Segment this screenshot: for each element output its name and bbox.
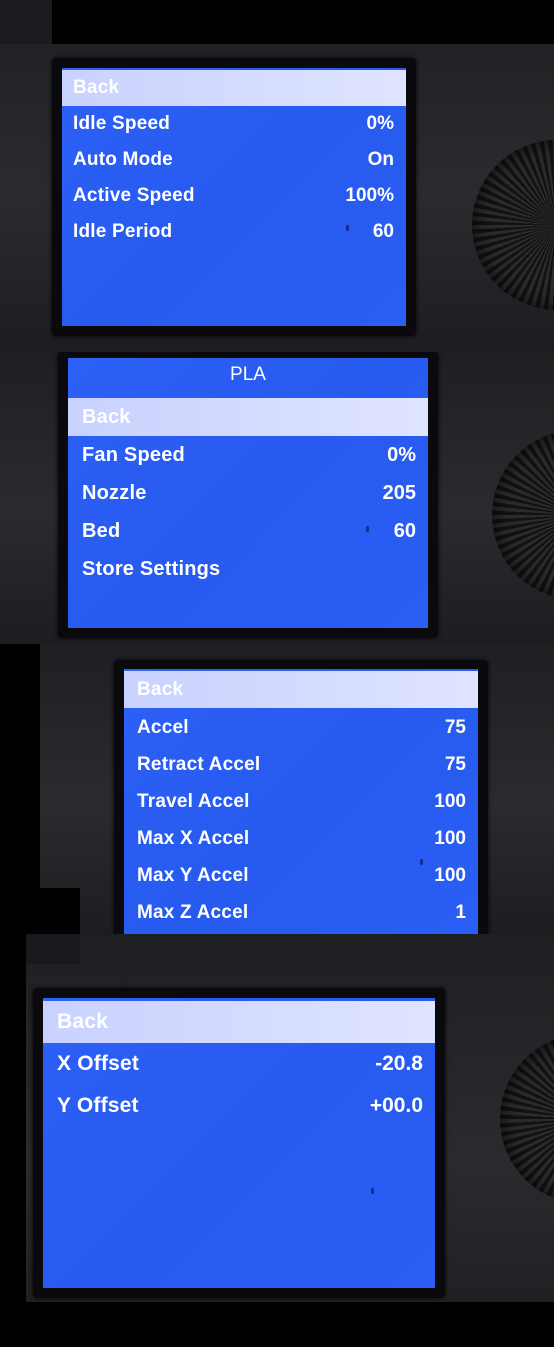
menu-item-value: 0% [387, 443, 416, 466]
panel-edge [0, 0, 52, 44]
menu-item-back[interactable]: Back [62, 70, 406, 106]
menu-item-label: X Offset [57, 1052, 140, 1075]
menu-item-label: Max Z Accel [137, 901, 249, 923]
menu-item-back[interactable]: Back [68, 398, 428, 436]
menu-item-label: Bed [82, 519, 121, 542]
rotary-knob[interactable] [492, 430, 554, 600]
menu-item-value: 100 [434, 827, 466, 849]
menu-item-store-settings[interactable]: Store Settings [68, 550, 428, 588]
photo-panel-1: Back Idle Speed 0% Auto Mode On Active S… [0, 0, 554, 352]
menu-item-value: On [367, 149, 394, 170]
menu-item-idle-speed[interactable]: Idle Speed 0% [62, 106, 406, 142]
menu-item-value: +00.0 [369, 1094, 423, 1117]
screen-speck [371, 1188, 374, 1194]
panel-gap [52, 0, 554, 44]
menu-item-fan-speed[interactable]: Fan Speed 0% [68, 436, 428, 474]
menu-item-max-z-accel[interactable]: Max Z Accel 1 [124, 894, 478, 931]
menu-item-max-x-accel[interactable]: Max X Accel 100 [124, 820, 478, 857]
lcd-screen-offsets: Back X Offset -20.8 Y Offset +00.0 [43, 998, 435, 1288]
menu-item-bed[interactable]: Bed 60 [68, 512, 428, 550]
menu-item-label: Back [73, 77, 120, 98]
menu-item-label: Fan Speed [82, 443, 185, 466]
panel-gap [0, 934, 26, 1347]
lcd-screen-pla: PLA Back Fan Speed 0% Nozzle 205 Bed 60 … [68, 358, 428, 628]
screen-speck [346, 225, 349, 231]
panel-gap [0, 888, 80, 934]
menu-item-label: Idle Speed [73, 113, 171, 134]
menu-item-accel[interactable]: Accel 75 [124, 709, 478, 746]
menu-item-label: Store Settings [82, 557, 221, 580]
menu-item-active-speed[interactable]: Active Speed 100% [62, 178, 406, 214]
menu-item-label: Retract Accel [137, 753, 261, 775]
screen-speck [420, 859, 423, 865]
screen-speck [366, 526, 369, 532]
menu-item-label: Back [82, 405, 131, 428]
menu-item-label: Auto Mode [73, 149, 173, 170]
menu-item-label: Max Y Accel [137, 864, 249, 886]
rotary-knob[interactable] [472, 140, 554, 310]
menu-item-label: Idle Period [73, 221, 173, 242]
menu-item-travel-accel[interactable]: Travel Accel 100 [124, 783, 478, 820]
menu-item-value: 1 [455, 901, 466, 923]
lcd-screen-accel: Back Accel 75 Retract Accel 75 Travel Ac… [124, 669, 478, 934]
lcd-screen-fan: Back Idle Speed 0% Auto Mode On Active S… [62, 68, 406, 326]
menu-item-value: 100 [434, 790, 466, 812]
menu-item-value: 60 [372, 221, 394, 242]
menu-item-auto-mode[interactable]: Auto Mode On [62, 142, 406, 178]
menu-item-value: -20.8 [375, 1052, 423, 1075]
menu-item-label: Travel Accel [137, 790, 250, 812]
menu-item-value: 75 [444, 753, 466, 775]
menu-item-value: 75 [444, 716, 466, 738]
menu-item-back[interactable]: Back [43, 1001, 435, 1043]
menu-item-label: Nozzle [82, 481, 147, 504]
menu-item-retract-accel[interactable]: Retract Accel 75 [124, 746, 478, 783]
panel-gap [0, 644, 40, 888]
menu-item-idle-period[interactable]: Idle Period 60 [62, 214, 406, 250]
photo-panel-4: Back X Offset -20.8 Y Offset +00.0 [0, 934, 554, 1347]
menu-item-label: Back [137, 678, 184, 700]
menu-item-x-offset[interactable]: X Offset -20.8 [43, 1043, 435, 1085]
screen-title: PLA [230, 364, 266, 385]
menu-item-back[interactable]: Back [124, 671, 478, 708]
menu-item-label: Active Speed [73, 185, 195, 206]
panel-gap [0, 1302, 554, 1347]
menu-item-value: 100 [434, 864, 466, 886]
rotary-knob[interactable] [500, 1034, 554, 1204]
menu-item-value: 0% [366, 113, 394, 134]
menu-item-nozzle[interactable]: Nozzle 205 [68, 474, 428, 512]
menu-item-label: Accel [137, 716, 189, 738]
photo-panel-2: PLA Back Fan Speed 0% Nozzle 205 Bed 60 … [0, 352, 554, 644]
menu-item-max-y-accel[interactable]: Max Y Accel 100 [124, 857, 478, 894]
panel-edge [26, 934, 80, 964]
menu-item-value: 60 [393, 519, 416, 542]
photo-panel-3: Back Accel 75 Retract Accel 75 Travel Ac… [0, 644, 554, 934]
menu-item-value: 100% [345, 185, 394, 206]
menu-item-label: Max X Accel [137, 827, 250, 849]
menu-item-label: Back [57, 1010, 109, 1033]
menu-item-value: 205 [382, 481, 416, 504]
menu-item-label: Y Offset [57, 1094, 139, 1117]
menu-item-y-offset[interactable]: Y Offset +00.0 [43, 1085, 435, 1127]
